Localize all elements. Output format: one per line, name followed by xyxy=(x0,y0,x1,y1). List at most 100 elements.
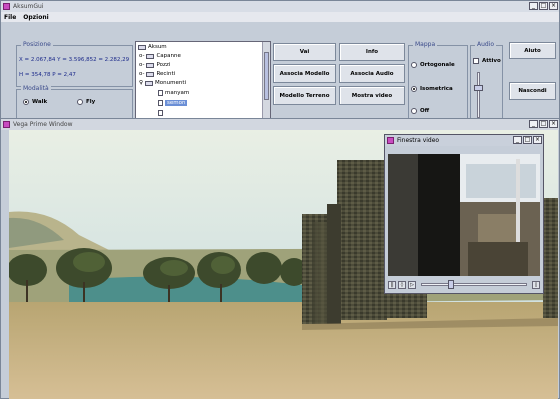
close-icon[interactable]: × xyxy=(533,136,542,144)
tree-label: manyam xyxy=(165,90,190,96)
walk-label: Walk xyxy=(32,99,48,105)
attivo-check-box xyxy=(473,58,479,64)
ortogonale-label: Ortogonale xyxy=(420,62,455,68)
stop-icon[interactable]: ◊ xyxy=(398,280,406,289)
video-titlebar[interactable]: Finestra video _ □ × xyxy=(385,135,543,146)
viewer-window-controls: _ □ × xyxy=(529,120,558,128)
modello-terreno-button[interactable]: Modello Terreno xyxy=(273,86,336,105)
app-icon xyxy=(387,137,394,144)
app-icon xyxy=(3,3,10,10)
tree-node-semon[interactable]: semon xyxy=(158,100,188,106)
menubar: File Opzioni xyxy=(1,12,559,22)
play-icon[interactable]: ▷ xyxy=(408,280,416,289)
tree-node-recinti[interactable]: o- Recinti xyxy=(139,71,175,77)
volume-icon[interactable]: ▯ xyxy=(532,280,540,289)
mostra-video-button[interactable]: Mostra video xyxy=(339,86,405,105)
main-window-title: AksumGui xyxy=(13,3,44,10)
viewer-titlebar[interactable]: Vega Prime Window _ □ × xyxy=(1,119,559,130)
ground xyxy=(9,302,558,399)
main-window: AksumGui _ □ × File Opzioni Posizione X … xyxy=(0,0,560,119)
volume-slider-thumb[interactable] xyxy=(474,85,483,91)
tree-label: Capanne xyxy=(156,53,181,59)
tree-scroll-thumb[interactable] xyxy=(264,52,269,100)
expand-icon[interactable]: o- xyxy=(139,62,144,68)
tree-node-monumenti[interactable]: ♀ Monumenti xyxy=(139,80,186,86)
document-icon xyxy=(158,100,163,106)
position-coords: X = 2.067,84 Y = 3.596,852 = 2.282,29 xyxy=(19,57,130,63)
folder-icon xyxy=(146,71,155,77)
fly-label: Fly xyxy=(86,99,96,105)
tree-scrollbar[interactable] xyxy=(262,42,270,118)
tree-label: Monumenti xyxy=(155,80,187,86)
audio-legend: Audio xyxy=(475,41,497,48)
video-controls: || ◊ ▷ ▯ xyxy=(388,278,540,291)
position-h-p: H = 354,78 P = 2,47 xyxy=(19,72,76,78)
info-button[interactable]: Info xyxy=(339,43,405,61)
isometrica-radio-dot xyxy=(411,86,417,92)
attivo-checkbox[interactable]: Attivo xyxy=(473,58,501,64)
tree-node-partial xyxy=(158,110,163,116)
isometrica-radio[interactable]: Isometrica xyxy=(411,86,453,92)
attivo-label: Attivo xyxy=(482,58,501,64)
video-window: Finestra video _ □ × || ◊ ▷ ▯ xyxy=(384,134,544,294)
minimize-icon[interactable]: _ xyxy=(529,120,538,128)
video-seek-thumb[interactable] xyxy=(448,280,454,289)
fly-radio-dot xyxy=(77,99,83,105)
maximize-icon[interactable]: □ xyxy=(539,2,548,10)
video-window-title: Finestra video xyxy=(397,137,440,144)
folder-icon xyxy=(146,62,155,68)
folder-icon xyxy=(145,80,154,86)
pause-icon[interactable]: || xyxy=(388,280,396,289)
video-frame xyxy=(388,154,540,276)
vai-button[interactable]: Vai xyxy=(273,43,336,61)
viewer-window-title: Vega Prime Window xyxy=(13,121,73,128)
fly-radio[interactable]: Fly xyxy=(77,99,95,105)
off-radio[interactable]: Off xyxy=(411,108,429,114)
expand-icon[interactable]: o- xyxy=(139,53,144,59)
tree-label: Aksum xyxy=(148,44,167,50)
close-icon[interactable]: × xyxy=(549,120,558,128)
close-icon[interactable]: × xyxy=(549,2,558,10)
tree-node-aksum[interactable]: Aksum xyxy=(138,44,167,50)
volume-slider[interactable] xyxy=(474,72,483,118)
position-legend: Posizione xyxy=(21,41,53,48)
site-tree[interactable]: Aksum o- Capanne o- Pozzi o- Recinti ♀ M… xyxy=(135,41,271,119)
tree-node-pozzi[interactable]: o- Pozzi xyxy=(139,62,170,68)
off-label: Off xyxy=(420,108,430,114)
walk-radio-dot xyxy=(23,99,29,105)
mappa-legend: Mappa xyxy=(413,41,438,48)
aiuto-button[interactable]: Aiuto xyxy=(509,42,556,59)
video-seek-bar[interactable] xyxy=(421,280,527,289)
nascondi-button[interactable]: Nascondi xyxy=(509,82,556,100)
tree-label: Pozzi xyxy=(156,62,171,68)
mode-panel: Modalità Walk Fly xyxy=(16,85,133,119)
menu-file[interactable]: File xyxy=(4,14,16,21)
tree-node-capanne[interactable]: o- Capanne xyxy=(139,53,181,59)
collapse-icon[interactable]: ♀ xyxy=(139,80,143,86)
mode-legend: Modalità xyxy=(21,85,51,92)
associa-audio-button[interactable]: Associa Audio xyxy=(339,64,405,83)
main-titlebar[interactable]: AksumGui _ □ × xyxy=(1,1,559,12)
ortogonale-radio-dot xyxy=(411,62,417,68)
expand-icon[interactable]: o- xyxy=(139,71,144,77)
minimize-icon[interactable]: _ xyxy=(513,136,522,144)
tree-label: Recinti xyxy=(156,71,176,77)
isometrica-label: Isometrica xyxy=(420,86,453,92)
tree-node-manyam[interactable]: manyam xyxy=(158,90,189,96)
ortogonale-radio[interactable]: Ortogonale xyxy=(411,62,455,68)
menu-opzioni[interactable]: Opzioni xyxy=(23,14,48,21)
video-image xyxy=(388,154,540,276)
audio-panel: Audio Attivo xyxy=(470,41,503,119)
associa-modello-button[interactable]: Associa Modello xyxy=(273,64,336,83)
mappa-panel: Mappa Ortogonale Isometrica Off xyxy=(408,41,468,119)
walk-radio[interactable]: Walk xyxy=(23,99,47,105)
maximize-icon[interactable]: □ xyxy=(539,120,548,128)
document-icon xyxy=(158,110,163,116)
maximize-icon[interactable]: □ xyxy=(523,136,532,144)
document-icon xyxy=(158,90,163,96)
off-radio-dot xyxy=(411,108,417,114)
app-icon xyxy=(3,121,10,128)
minimize-icon[interactable]: _ xyxy=(529,2,538,10)
window-controls: _ □ × xyxy=(529,2,558,10)
position-panel: Posizione X = 2.067,84 Y = 3.596,852 = 2… xyxy=(16,41,133,87)
